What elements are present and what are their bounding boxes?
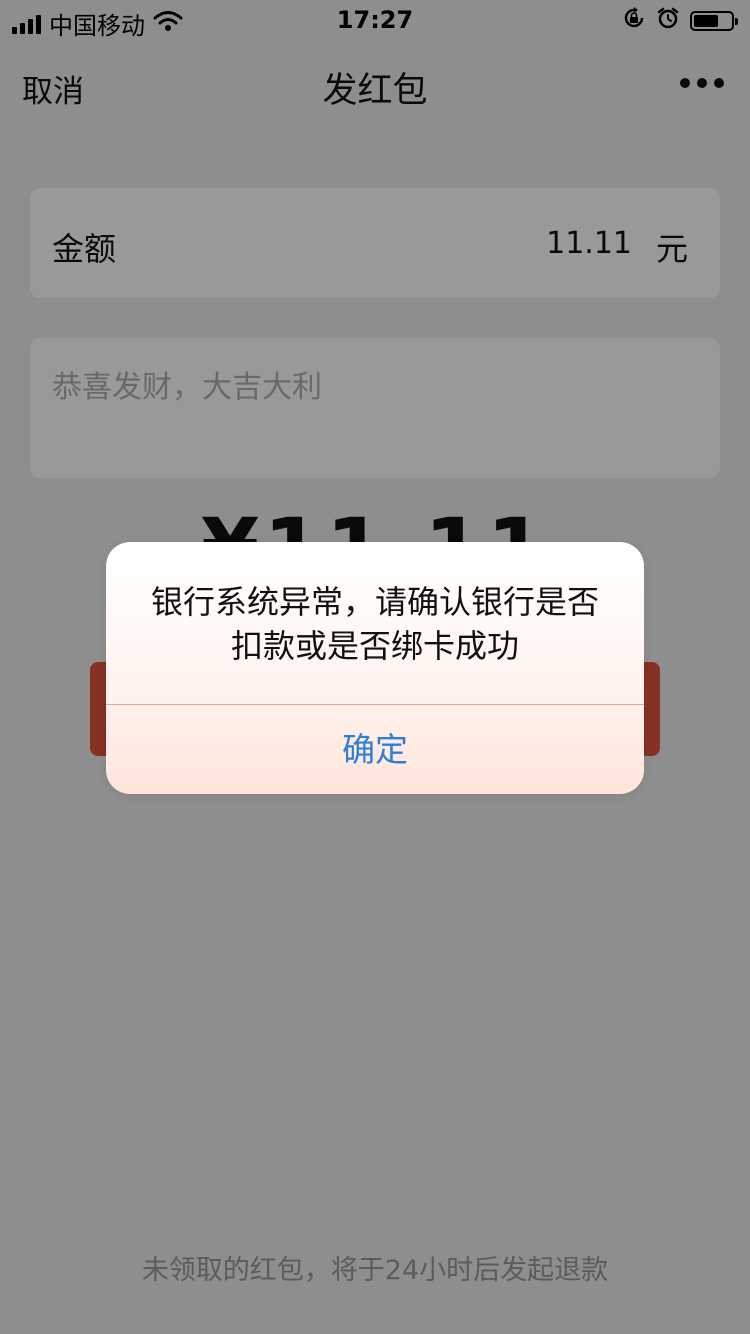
screen: 中国移动 17:27 取消 发红包 金额 11.11 元 恭喜发财，大吉大利 未… bbox=[0, 0, 750, 1334]
alert-dialog: 银行系统异常，请确认银行是否扣款或是否绑卡成功 确定 bbox=[106, 542, 644, 794]
confirm-button[interactable]: 确定 bbox=[106, 705, 644, 794]
dialog-message: 银行系统异常，请确认银行是否扣款或是否绑卡成功 bbox=[150, 583, 599, 665]
